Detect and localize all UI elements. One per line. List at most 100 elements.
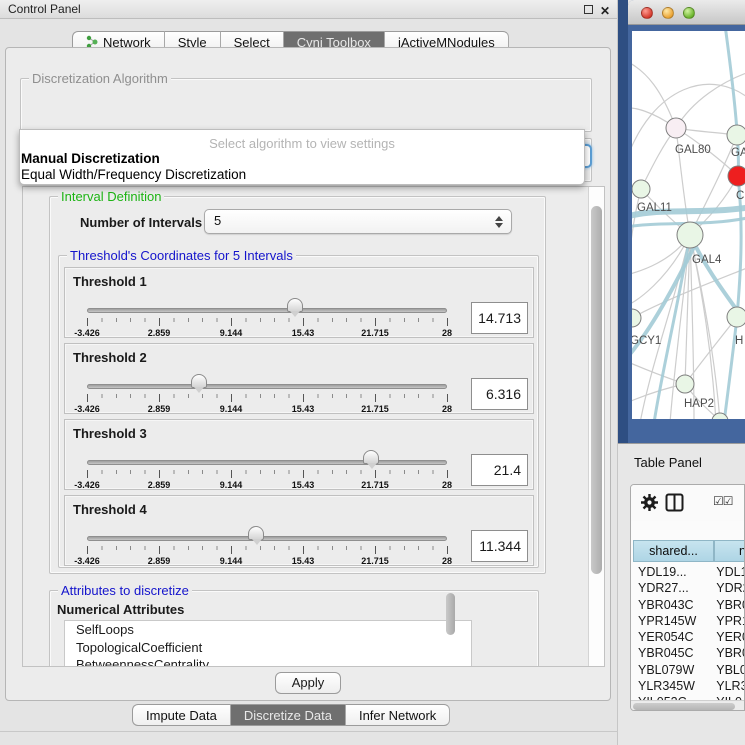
threshold-label: Threshold 1 xyxy=(73,274,147,289)
cell-shared-name: YER054C xyxy=(633,629,713,645)
threshold-value-input[interactable]: 6.316 xyxy=(471,378,528,410)
attributes-list-scrollbar[interactable] xyxy=(446,593,455,635)
slider-thumb[interactable] xyxy=(287,298,303,312)
threshold-slider[interactable]: -3.426 2.859 9.144 15.43 21.715 28 xyxy=(87,524,447,564)
threshold-value-input[interactable]: 11.344 xyxy=(471,530,528,562)
algorithm-placeholder-option[interactable]: Select algorithm to view settings xyxy=(20,136,584,151)
interval-definition-group: Interval Definition Number of Intervals … xyxy=(49,196,546,574)
network-node[interactable] xyxy=(727,307,745,327)
minimize-traffic-light[interactable] xyxy=(662,7,674,19)
numerical-attributes-list: SelfLoopsTopologicalCoefficientBetweenne… xyxy=(64,620,472,666)
tab-discretize-data[interactable]: Discretize Data xyxy=(231,704,346,726)
table-row[interactable]: YPR145W YPR1 xyxy=(633,613,745,629)
threshold-row: Threshold 2 xyxy=(64,343,534,414)
combo-spinner-icon[interactable] xyxy=(494,216,503,228)
network-node[interactable] xyxy=(666,118,686,138)
table-horizontal-scrollbar[interactable] xyxy=(631,700,744,710)
threshold-slider[interactable]: -3.426 2.859 9.144 15.43 21.715 28 xyxy=(87,372,447,412)
attribute-list-item[interactable]: TopologicalCoefficient xyxy=(65,639,471,657)
network-node-label: H xyxy=(735,335,743,347)
network-node-label: C xyxy=(736,190,744,202)
gear-icon[interactable] xyxy=(640,493,659,512)
desktop-gap xyxy=(618,0,628,443)
slider-scale-labels: -3.426 2.859 9.144 15.43 21.715 28 xyxy=(87,404,447,414)
attribute-list-item[interactable]: BetweennessCentrality xyxy=(65,656,471,666)
panel-title: Control Panel xyxy=(8,2,81,16)
algorithm-dropdown-popup: Select algorithm to view settings Manual… xyxy=(19,129,585,185)
split-columns-icon[interactable] xyxy=(665,493,684,512)
network-node[interactable] xyxy=(676,375,694,393)
settings-vertical-scrollbar[interactable] xyxy=(588,187,604,666)
threshold-value-input[interactable]: 14.713 xyxy=(471,302,528,334)
network-edge xyxy=(641,128,676,189)
cell-shared-name: YPR145W xyxy=(633,613,713,629)
slider-track[interactable] xyxy=(87,308,447,313)
cell-name: YBR0 xyxy=(716,646,745,660)
slider-thumb[interactable] xyxy=(363,450,379,464)
network-node-label: GAL80 xyxy=(675,144,711,156)
network-node[interactable] xyxy=(728,166,745,186)
table-row[interactable]: YDL19... YDL1 xyxy=(633,564,745,580)
table-row[interactable]: YLR345W YLR3 xyxy=(633,678,745,694)
tab-infer-network[interactable]: Infer Network xyxy=(346,704,450,726)
threshold-row: Threshold 4 xyxy=(64,495,534,566)
network-node[interactable] xyxy=(632,180,650,198)
network-edge xyxy=(632,61,676,128)
control-panel-titlebar: Control Panel ✕ xyxy=(0,0,617,19)
interval-definition-title: Interval Definition xyxy=(58,189,164,204)
control-panel: Control Panel ✕ Network Style Select Cyn… xyxy=(0,0,618,745)
close-panel-icon[interactable]: ✕ xyxy=(600,2,610,20)
network-svg[interactable]: GAL80GACGAL11GAL4GCY1HHAP2 xyxy=(632,31,745,419)
cell-name: YLR3 xyxy=(716,679,745,693)
table-row[interactable]: YDR27... YDR2 xyxy=(633,580,745,596)
threshold-value-input[interactable]: 21.4 xyxy=(471,454,528,486)
attribute-list-item[interactable]: SelfLoops xyxy=(65,621,471,639)
horizontal-scrollbar-thumb[interactable] xyxy=(633,703,735,710)
apply-button[interactable]: Apply xyxy=(275,672,341,694)
cell-name: YBR0 xyxy=(716,598,745,612)
slider-ticks xyxy=(87,318,447,326)
network-canvas[interactable]: GAL80GACGAL11GAL4GCY1HHAP2 xyxy=(632,31,745,419)
network-node[interactable] xyxy=(632,309,641,327)
threshold-slider[interactable]: -3.426 2.859 9.144 15.43 21.715 28 xyxy=(87,296,447,336)
threshold-row: Threshold 3 xyxy=(64,419,534,490)
slider-thumb[interactable] xyxy=(191,374,207,388)
slider-track[interactable] xyxy=(87,460,447,465)
table-row[interactable]: YBR045C YBR0 xyxy=(633,645,745,661)
number-of-intervals-combobox[interactable]: 5 xyxy=(204,209,512,234)
option-manual-discretization[interactable]: Manual Discretization xyxy=(20,151,584,167)
slider-track[interactable] xyxy=(87,384,447,389)
close-traffic-light[interactable] xyxy=(641,7,653,19)
table-row[interactable]: YBL079W YBL0 xyxy=(633,662,745,678)
table-toolbar: ☑☑ xyxy=(631,485,744,521)
threshold-label: Threshold 2 xyxy=(73,350,147,365)
number-of-intervals-label: Number of Intervals xyxy=(80,215,202,230)
network-window-titlebar[interactable] xyxy=(628,0,745,25)
threshold-slider[interactable]: -3.426 2.859 9.144 15.43 21.715 28 xyxy=(87,448,447,488)
table-row[interactable]: YER054C YER0 xyxy=(633,629,745,645)
slider-track[interactable] xyxy=(87,536,447,541)
select-columns-icon[interactable]: ☑☑ xyxy=(713,494,733,508)
table-row[interactable]: YBR043C YBR0 xyxy=(633,597,745,613)
option-equal-width-frequency[interactable]: Equal Width/Frequency Discretization xyxy=(20,167,584,183)
table-rows: YDL19... YDL1 YDR27... YDR2 YBR043C YBR0… xyxy=(633,564,745,700)
network-node[interactable] xyxy=(727,125,745,145)
column-header-shared-name[interactable]: shared... xyxy=(633,540,714,562)
attributes-group: Attributes to discretize Numerical Attri… xyxy=(49,590,539,666)
slider-thumb[interactable] xyxy=(248,526,264,540)
tab-discretize-data-label: Discretize Data xyxy=(244,708,332,723)
network-view-window: GAL80GACGAL11GAL4GCY1HHAP2 xyxy=(628,0,745,443)
cell-name: YPR1 xyxy=(716,614,745,628)
thresholds-group-title: Threshold's Coordinates for 5 Intervals xyxy=(67,248,296,263)
network-node-label: GCY1 xyxy=(632,335,661,347)
threshold-label: Threshold 3 xyxy=(73,426,147,441)
vertical-scrollbar-thumb[interactable] xyxy=(591,206,602,574)
cell-shared-name: YBR045C xyxy=(633,645,713,661)
tab-impute-data[interactable]: Impute Data xyxy=(132,704,231,726)
network-node[interactable] xyxy=(677,222,703,248)
slider-scale-labels: -3.426 2.859 9.144 15.43 21.715 28 xyxy=(87,480,447,490)
float-window-icon[interactable] xyxy=(584,5,593,14)
column-header-name[interactable]: na xyxy=(714,540,745,562)
zoom-traffic-light[interactable] xyxy=(683,7,695,19)
slider-scale-labels: -3.426 2.859 9.144 15.43 21.715 28 xyxy=(87,328,447,338)
